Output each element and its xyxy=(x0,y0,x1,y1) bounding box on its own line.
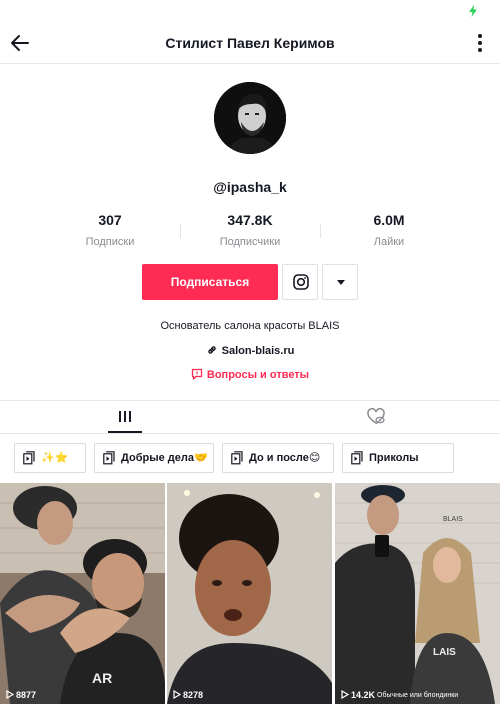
follow-button[interactable]: Подписаться xyxy=(142,264,278,300)
playlist-chip[interactable]: До и после😊 xyxy=(222,443,334,473)
view-count: 14.2K xyxy=(341,689,376,700)
view-count: 8278 xyxy=(173,689,204,700)
avatar-portrait-image xyxy=(214,82,286,154)
followers-label: Подписчики xyxy=(219,236,281,248)
website-link[interactable]: Salon-blais.ru xyxy=(0,344,500,357)
svg-text:AR: AR xyxy=(92,670,112,686)
view-count: 8877 xyxy=(6,689,37,700)
likes-stat: 6.0M Лайки xyxy=(329,212,449,248)
qa-chat-icon xyxy=(191,368,203,380)
video-thumbnail[interactable]: 8278 xyxy=(167,483,332,704)
qa-link[interactable]: Вопросы и ответы xyxy=(0,368,500,381)
suggested-dropdown-button[interactable] xyxy=(322,264,358,300)
profile-stats: 307 Подписки 347.8K Подписчики 6.0M Лайк… xyxy=(0,212,500,252)
likes-label: Лайки xyxy=(373,236,405,248)
avatar[interactable] xyxy=(214,82,286,154)
tab-videos[interactable] xyxy=(0,401,250,434)
active-tab-indicator xyxy=(108,431,142,433)
following-stat[interactable]: 307 Подписки xyxy=(50,212,170,248)
username: @ipasha_k xyxy=(213,179,287,195)
view-count-value: 14.2K xyxy=(351,690,376,700)
following-count: 307 xyxy=(98,212,122,228)
playlists-row: ✨⭐ Добрые дела🤝 До и после😊 Приколы xyxy=(0,443,500,475)
play-icon xyxy=(173,689,182,700)
svg-text:BLAIS: BLAIS xyxy=(443,516,463,523)
play-icon xyxy=(341,689,350,700)
stat-divider xyxy=(180,224,181,238)
playlist-label: Добрые дела🤝 xyxy=(121,452,208,464)
instagram-button[interactable] xyxy=(282,264,318,300)
stat-divider xyxy=(320,224,321,238)
link-icon xyxy=(207,346,216,354)
playlist-chip[interactable]: Приколы xyxy=(342,443,454,473)
following-label: Подписки xyxy=(85,236,135,248)
followers-count: 347.8K xyxy=(227,212,273,228)
playlist-icon xyxy=(23,451,35,465)
playlist-icon xyxy=(103,451,115,465)
bio-text: Основатель салона красоты BLAIS xyxy=(160,320,340,332)
liked-hidden-heart-icon xyxy=(367,408,385,425)
likes-count: 6.0M xyxy=(373,212,405,228)
playlist-label: ✨⭐ xyxy=(41,452,69,464)
video-thumbnail[interactable]: AR 8877 xyxy=(0,483,165,704)
playlist-icon xyxy=(351,451,363,465)
caret-down-icon xyxy=(337,280,345,285)
svg-text:LAIS: LAIS xyxy=(433,647,456,658)
video-caption: Обычные или блондинки xyxy=(377,692,459,699)
video-preview-image: AR xyxy=(0,483,165,704)
video-preview-image xyxy=(167,483,332,704)
battery-charging-icon xyxy=(469,5,477,17)
followers-stat[interactable]: 347.8K Подписчики xyxy=(190,212,310,248)
playlist-label: Приколы xyxy=(369,452,419,464)
playlist-icon xyxy=(231,451,243,465)
video-grid: AR 8877 8278 BLAIS LAIS 14.2K Обычные ил… xyxy=(0,483,500,704)
view-count-value: 8278 xyxy=(183,690,204,700)
playlist-label: До и после😊 xyxy=(249,452,321,464)
qa-link-label: Вопросы и ответы xyxy=(206,369,310,381)
more-options-icon[interactable] xyxy=(474,32,486,54)
view-count-value: 8877 xyxy=(16,690,37,700)
page-title: Стилист Павел Керимов xyxy=(165,35,335,51)
top-nav: Стилист Павел Керимов xyxy=(0,24,500,64)
instagram-icon xyxy=(293,274,309,290)
video-preview-image: BLAIS LAIS xyxy=(335,483,500,704)
play-icon xyxy=(6,689,15,700)
status-bar xyxy=(0,0,500,24)
playlist-chip[interactable]: Добрые дела🤝 xyxy=(94,443,214,473)
grid-lines-icon xyxy=(119,411,131,422)
tab-liked[interactable] xyxy=(250,401,500,434)
website-link-label: Salon-blais.ru xyxy=(221,345,295,357)
video-thumbnail[interactable]: BLAIS LAIS 14.2K Обычные или блондинки xyxy=(335,483,500,704)
playlist-chip[interactable]: ✨⭐ xyxy=(14,443,86,473)
content-tabs xyxy=(0,400,500,434)
